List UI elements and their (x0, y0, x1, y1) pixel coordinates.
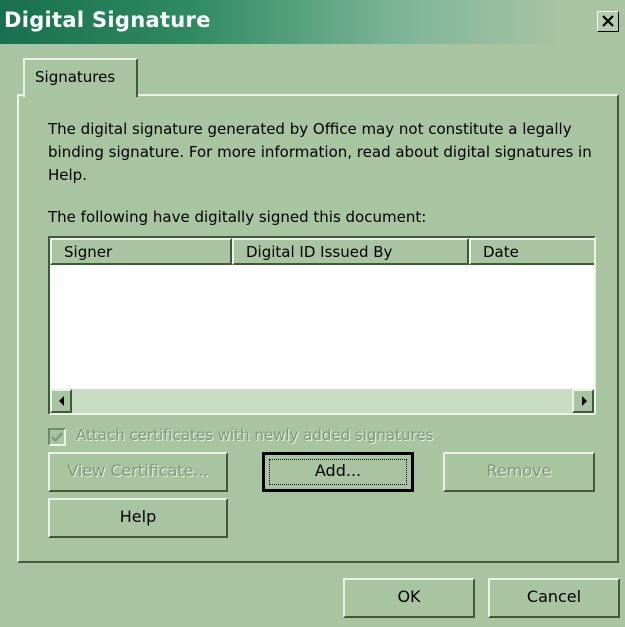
window-title: Digital Signature (4, 8, 211, 32)
signature-disclaimer-text: The digital signature generated by Offic… (48, 120, 592, 184)
attach-certificates-checkbox[interactable] (48, 428, 66, 446)
ok-button[interactable]: OK (343, 578, 475, 618)
close-icon (602, 15, 614, 27)
tab-signatures[interactable]: Signatures (23, 58, 138, 97)
add-button-focus-ring (269, 459, 407, 485)
signers-list-header: Signer Digital ID Issued By Date (50, 238, 594, 265)
attach-certificates-label: Attach certificates with newly added sig… (76, 426, 433, 444)
add-button[interactable]: Add... (262, 452, 414, 492)
attach-certificates-label-text: Attach certificates with newly added sig… (76, 426, 434, 444)
scroll-right-arrow-icon (582, 396, 587, 406)
column-header-date[interactable]: Date (469, 238, 594, 265)
scroll-left-arrow-icon (59, 396, 64, 406)
cancel-button[interactable]: Cancel (488, 578, 620, 618)
scroll-left-button[interactable] (50, 389, 72, 413)
view-certificate-button[interactable]: View Certificate... (48, 452, 228, 492)
remove-button[interactable]: Remove (443, 452, 595, 492)
horizontal-scrollbar[interactable] (50, 389, 594, 413)
column-header-issued-by[interactable]: Digital ID Issued By (232, 238, 469, 265)
column-header-signer[interactable]: Signer (50, 238, 232, 265)
signers-list-caption: The following have digitally signed this… (48, 208, 427, 226)
checkmark-icon (51, 432, 63, 443)
help-button[interactable]: Help (48, 498, 228, 538)
scroll-right-button[interactable] (572, 389, 594, 413)
close-button[interactable] (597, 11, 619, 32)
title-bar[interactable]: Digital Signature (0, 0, 625, 44)
tab-signatures-label: Signatures (35, 68, 116, 86)
digital-signature-dialog: Digital Signature Signatures The digital… (0, 0, 625, 627)
signers-list[interactable]: Signer Digital ID Issued By Date (48, 236, 596, 415)
